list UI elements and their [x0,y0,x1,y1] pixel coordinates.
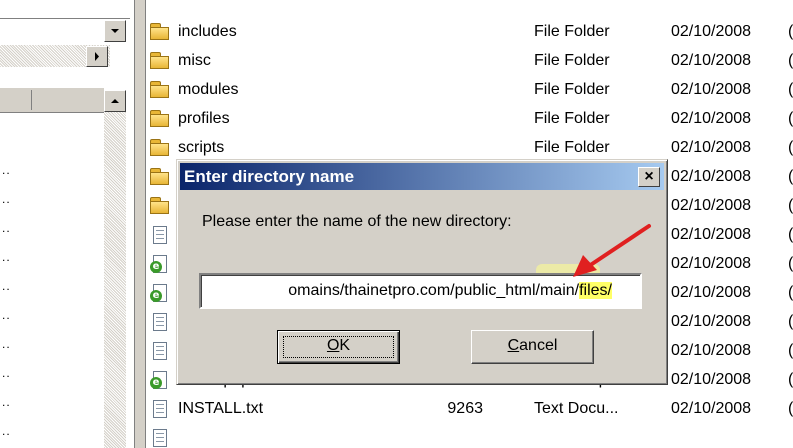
doc-icon [150,225,170,245]
file-row[interactable]: modules File Folder 02/10/2008 ( [146,75,793,104]
local-list-item[interactable]: .. [2,221,22,235]
file-extra: ( [788,139,793,156]
file-date: 02/10/2008 [671,81,752,98]
doc-icon [150,399,170,419]
local-file-pane: ...................... [0,0,135,448]
local-list-item[interactable]: .. [2,395,22,409]
chevron-down-icon [111,29,119,33]
pane-splitter[interactable] [134,0,146,448]
file-extra: ( [788,110,793,127]
local-list-header [0,87,104,113]
directory-name-value: omains/thainetpro.com/public_html/main/f… [288,282,612,300]
doc-icon [150,312,170,332]
file-name: includes [178,23,237,40]
folder-icon [150,22,170,42]
chevron-right-icon [95,52,99,61]
file-extra: ( [788,342,793,359]
folder-icon [150,167,170,187]
file-date: 02/10/2008 [671,342,752,359]
file-name: profiles [178,110,230,127]
file-type: File Folder [534,52,610,69]
scroll-right-button[interactable] [86,46,108,67]
close-button[interactable]: × [638,167,660,187]
file-extra: ( [788,400,793,417]
dialog-prompt: Please enter the name of the new directo… [202,213,512,230]
folder-icon [150,196,170,216]
file-extra: ( [788,23,793,40]
local-list-item[interactable]: .. [2,250,22,264]
dialog-title: Enter directory name [184,167,355,186]
file-date: 02/10/2008 [671,23,752,40]
file-row[interactable]: scripts File Folder 02/10/2008 ( [146,133,793,162]
cancel-label: Cancel [507,337,558,354]
file-row[interactable]: includes File Folder 02/10/2008 ( [146,17,793,46]
file-extra: ( [788,197,793,214]
php-icon [150,370,170,390]
file-date: 02/10/2008 [671,139,752,156]
folder-icon [150,138,170,158]
file-row[interactable]: INSTALL.txt 9263 Text Docu... 02/10/2008 ( [146,394,793,423]
local-list-item[interactable]: .. [2,337,22,351]
file-date: 02/10/2008 [671,110,752,127]
file-type: File Folder [534,81,610,98]
file-date: 02/10/2008 [671,197,752,214]
file-date: 02/10/2008 [671,400,752,417]
close-icon: × [644,168,654,185]
file-name: modules [178,81,239,98]
cancel-button[interactable]: Cancel [471,330,594,364]
combo-dropdown-button[interactable] [104,20,126,42]
file-extra: ( [788,52,793,69]
file-date: 02/10/2008 [671,313,752,330]
file-extra: ( [788,371,793,388]
php-icon [150,283,170,303]
file-row[interactable] [146,423,793,448]
red-arrow-annotation [573,224,651,277]
file-extra: ( [788,313,793,330]
column-divider[interactable] [31,90,32,110]
doc-icon [150,428,170,448]
local-list-item[interactable]: .. [2,424,22,438]
file-extra: ( [788,284,793,301]
local-list-item[interactable]: .. [2,279,22,293]
input-value-highlight: files/ [579,282,612,299]
scroll-up-button[interactable] [104,90,126,112]
file-name: scripts [178,139,225,156]
folder-icon [150,80,170,100]
local-list-item[interactable]: .. [2,366,22,380]
file-date: 02/10/2008 [671,226,752,243]
php-icon [150,254,170,274]
file-type: Text Docu... [534,400,619,417]
focus-rectangle [283,336,394,358]
vertical-scrollbar[interactable] [104,112,126,448]
file-extra: ( [788,168,793,185]
local-list-item[interactable]: .. [2,192,22,206]
file-size: 9263 [447,400,483,417]
file-extra: ( [788,226,793,243]
ok-button[interactable]: OK [277,330,400,364]
file-date: 02/10/2008 [671,168,752,185]
folder-icon [150,109,170,129]
file-date: 02/10/2008 [671,52,752,69]
dialog-titlebar[interactable]: Enter directory name × [180,163,664,190]
local-list-item[interactable]: .. [2,308,22,322]
file-date: 02/10/2008 [671,284,752,301]
file-row[interactable]: misc File Folder 02/10/2008 ( [146,46,793,75]
file-name: misc [178,52,211,69]
file-type: File Folder [534,23,610,40]
input-value-prefix: omains/thainetpro.com/public_html/main/ [288,282,580,299]
doc-icon [150,341,170,361]
chevron-up-icon [111,99,119,103]
file-type: File Folder [534,110,610,127]
file-extra: ( [788,255,793,272]
folder-icon [150,51,170,71]
file-date: 02/10/2008 [671,255,752,272]
file-date: 02/10/2008 [671,371,752,388]
file-row[interactable]: profiles File Folder 02/10/2008 ( [146,104,793,133]
file-name: INSTALL.txt [178,400,264,417]
local-list-item[interactable]: .. [2,163,22,177]
file-extra: ( [788,81,793,98]
new-directory-dialog: Enter directory name × Please enter the … [176,159,668,385]
file-type: File Folder [534,139,610,156]
